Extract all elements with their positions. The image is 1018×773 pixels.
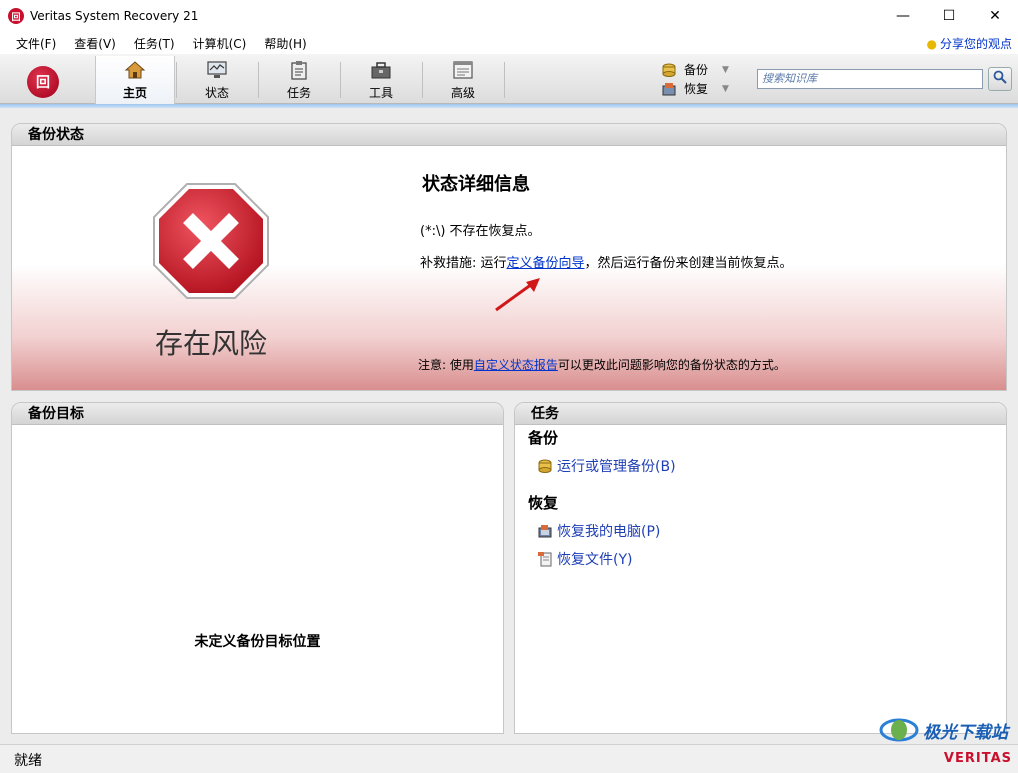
restore-icon xyxy=(662,82,678,96)
home-icon xyxy=(123,59,147,81)
watermark-text: 极光下载站 xyxy=(923,722,1008,743)
tab-advanced-label: 高级 xyxy=(450,86,475,100)
status-bar: 就绪 极光下载站 VERITAS xyxy=(0,718,1018,773)
computer-restore-icon xyxy=(537,523,553,539)
backup-status-header: 备份状态 xyxy=(12,124,1006,146)
backup-target-panel: 备份目标 未定义备份目标位置 xyxy=(11,402,504,734)
monitor-icon xyxy=(205,59,229,81)
menu-help[interactable]: 帮助(H) xyxy=(255,35,315,52)
status-details-title: 状态详细信息 xyxy=(422,174,530,195)
veritas-brand-logo: VERITAS xyxy=(943,751,1012,766)
clipboard-icon xyxy=(287,59,311,81)
run-manage-backup-link[interactable]: 运行或管理备份(B) xyxy=(537,456,676,476)
site-watermark: 极光下载站 xyxy=(879,715,1008,745)
run-manage-backup-label: 运行或管理备份(B) xyxy=(557,459,676,475)
chevron-down-icon[interactable]: ▼ xyxy=(722,84,729,94)
toolbar-divider xyxy=(504,62,505,98)
minimize-button[interactable]: — xyxy=(880,0,926,32)
tab-advanced[interactable]: 高级 xyxy=(423,56,503,104)
file-restore-icon xyxy=(537,551,553,567)
restore-files-label: 恢复文件(Y) xyxy=(557,552,633,568)
red-arrow-annotation xyxy=(492,274,548,314)
tab-tasks-label: 任务 xyxy=(286,86,311,100)
tab-status-label: 状态 xyxy=(204,86,229,100)
close-button[interactable]: ✕ xyxy=(972,0,1018,32)
menu-tasks[interactable]: 任务(T) xyxy=(125,35,184,52)
share-feedback-link[interactable]: ● 分享您的观点 xyxy=(927,35,1013,52)
tab-home-label: 主页 xyxy=(122,86,147,100)
tab-status[interactable]: 状态 xyxy=(177,56,257,104)
window-controls: — ☐ ✕ xyxy=(880,0,1018,32)
risk-state-label: 存在风险 xyxy=(154,327,267,360)
tab-tasks[interactable]: 任务 xyxy=(259,56,339,104)
restore-files-link[interactable]: 恢复文件(Y) xyxy=(537,549,632,569)
quick-backup-label: 备份 xyxy=(684,63,709,77)
quick-restore-button[interactable]: 恢复 ▼ xyxy=(662,80,729,97)
menu-bar: 文件(F) 查看(V) 任务(T) 计算机(C) 帮助(H) ● 分享您的观点 xyxy=(0,32,1018,54)
tab-home[interactable]: 主页 xyxy=(95,56,175,104)
tasks-panel: 任务 备份 运行或管理备份(B) 恢复 恢复我的电脑(P) 恢复文件(Y) xyxy=(514,402,1007,734)
tasks-restore-group-title: 恢复 xyxy=(528,494,559,512)
chevron-down-icon[interactable]: ▼ xyxy=(722,65,729,75)
restore-my-computer-link[interactable]: 恢复我的电脑(P) xyxy=(537,521,660,541)
remedy-text: 补救措施: 运行定义备份向导，然后运行备份来创建当前恢复点。 xyxy=(420,252,793,271)
custom-status-report-link[interactable]: 自定义状态报告 xyxy=(474,358,558,372)
menu-file[interactable]: 文件(F) xyxy=(7,35,65,52)
backup-target-header: 备份目标 xyxy=(12,403,503,425)
search-icon xyxy=(993,70,1007,88)
backup-icon xyxy=(662,63,678,77)
watermark-logo-icon xyxy=(879,718,919,742)
title-bar: 回 Veritas System Recovery 21 — ☐ ✕ xyxy=(0,0,1018,32)
toolbox-icon xyxy=(369,59,393,81)
tab-tools[interactable]: 工具 xyxy=(341,56,421,104)
window-title: Veritas System Recovery 21 xyxy=(30,9,199,23)
knowledge-base-search-input[interactable]: 搜索知识库 xyxy=(757,69,983,89)
backup-status-body: 存在风险 状态详细信息 (*:\) 不存在恢复点。 补救措施: 运行定义备份向导… xyxy=(12,146,1006,390)
no-recovery-point-text: (*:\) 不存在恢复点。 xyxy=(420,224,541,239)
lightbulb-icon: ● xyxy=(926,36,937,51)
advanced-window-icon xyxy=(451,59,475,81)
note-prefix: 注意: 使用 xyxy=(418,358,474,372)
restore-my-computer-label: 恢复我的电脑(P) xyxy=(557,524,661,540)
veritas-logo-button[interactable]: 回 xyxy=(27,66,59,98)
tab-tools-label: 工具 xyxy=(368,86,393,100)
status-text: 就绪 xyxy=(14,753,42,769)
menu-view[interactable]: 查看(V) xyxy=(65,35,125,52)
remedy-suffix: ，然后运行备份来创建当前恢复点。 xyxy=(584,256,793,271)
quick-backup-button[interactable]: 备份 ▼ xyxy=(662,61,729,78)
tasks-header: 任务 xyxy=(515,403,1006,425)
note-suffix: 可以更改此问题影响您的备份状态的方式。 xyxy=(557,358,786,372)
quick-restore-label: 恢复 xyxy=(684,82,709,96)
status-note-text: 注意: 使用自定义状态报告可以更改此问题影响您的备份状态的方式。 xyxy=(418,356,786,373)
no-backup-target-text: 未定义备份目标位置 xyxy=(194,634,321,650)
tasks-backup-group-title: 备份 xyxy=(528,429,559,447)
error-octagon-icon xyxy=(152,182,270,300)
define-backup-wizard-link[interactable]: 定义备份向导 xyxy=(507,256,585,271)
backup-icon xyxy=(537,458,553,474)
backup-status-panel: 备份状态 存在风险 状态详细信息 (*:\) 不存在恢复点。 补救措施: 运行定… xyxy=(11,123,1007,391)
remedy-prefix: 补救措施: 运行 xyxy=(420,256,507,271)
maximize-button[interactable]: ☐ xyxy=(926,0,972,32)
menu-computer[interactable]: 计算机(C) xyxy=(184,35,256,52)
app-icon: 回 xyxy=(8,8,24,24)
share-feedback-label: 分享您的观点 xyxy=(939,37,1012,51)
toolbar: 回 主页 状态 任务 工具 高级 备份 ▼ 恢复 ▼ 搜索知识库 xyxy=(0,54,1018,104)
search-button[interactable] xyxy=(988,67,1012,91)
